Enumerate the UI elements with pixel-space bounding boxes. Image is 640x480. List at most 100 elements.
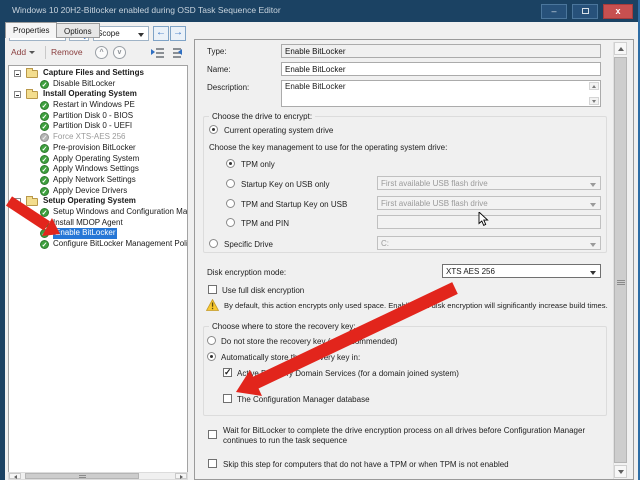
expand-all-button[interactable] (151, 47, 165, 59)
disk-mode-label: Disk encryption mode: (207, 268, 287, 277)
full-disk-encryption-label: Use full disk encryption (222, 286, 305, 295)
scroll-down-button[interactable] (614, 465, 627, 478)
tab-properties[interactable]: Properties (5, 22, 58, 38)
properties-page: Type: Name: Description: Enable BitLocke… (194, 39, 634, 480)
collapse-all-button[interactable] (168, 47, 182, 59)
scroll-down-button[interactable] (589, 97, 599, 105)
step-check-icon: ✓ (40, 175, 49, 185)
tree-item-disable-bitlocker[interactable]: ✓ Disable BitLocker (9, 79, 187, 90)
find-previous-button[interactable]: ← (153, 26, 169, 41)
tree-item-enable-bitlocker-selected[interactable]: ✓ Enable BitLocker (9, 228, 187, 240)
warning-icon (206, 299, 219, 311)
name-label: Name: (207, 65, 231, 74)
tree-item-label: Partition Disk 0 - UEFI (53, 121, 133, 131)
radio-tpm-and-startup[interactable] (226, 199, 235, 208)
collapse-icon[interactable] (14, 70, 21, 77)
tree-item-label: Force XTS-AES 256 (53, 132, 126, 142)
collapse-icon[interactable] (14, 91, 21, 99)
collapse-icon[interactable] (14, 198, 21, 206)
step-check-icon: ✓ (40, 240, 49, 249)
specific-drive-value: C: (381, 239, 389, 248)
tree-item-setup-windows-cm[interactable]: ✓ Setup Windows and Configuration Manager (9, 207, 187, 218)
title-bar[interactable]: Windows 10 20H2-Bitlocker enabled during… (0, 0, 640, 22)
tree-item-apply-device-drivers[interactable]: ✓ Apply Device Drivers (9, 186, 187, 197)
chevron-down-icon (590, 183, 596, 187)
tree-item-label: Partition Disk 0 - BIOS (53, 110, 134, 120)
radio-specific-drive[interactable] (209, 239, 218, 248)
checkbox-ad-ds[interactable] (223, 367, 232, 378)
scroll-right-button[interactable] (175, 473, 187, 479)
tree-item-label: Install MDOP Agent (53, 217, 123, 227)
radio-auto-store-key[interactable] (207, 352, 216, 361)
scrollbar-thumb[interactable] (614, 57, 627, 463)
tree-item-install-mdop[interactable]: ✓ Install MDOP Agent (9, 218, 187, 229)
tab-options[interactable]: Options (56, 23, 100, 38)
tree-item-label: Configure BitLocker Management Policy (53, 239, 188, 248)
radio-no-store-key[interactable] (207, 336, 216, 345)
properties-vertical-scrollbar[interactable] (613, 42, 627, 479)
tree-item-partition-uefi[interactable]: ✓ Partition Disk 0 - UEFI (9, 121, 187, 132)
move-up-button[interactable]: ^ (95, 46, 108, 59)
tree-group-install-os[interactable]: Install Operating System (9, 88, 187, 100)
task-sequence-editor-window: Windows 10 20H2-Bitlocker enabled during… (0, 0, 640, 480)
close-button[interactable]: x (603, 4, 633, 19)
step-check-icon: ✓ (40, 218, 49, 228)
chevron-down-icon (590, 243, 596, 247)
toolbar-divider (45, 46, 46, 59)
folder-icon (26, 195, 38, 206)
tree-item-restart-winpe[interactable]: ✓ Restart in Windows PE (9, 100, 187, 111)
remove-button[interactable]: Remove (51, 47, 83, 57)
tree-item-label: Setup Windows and Configuration Manager (53, 206, 188, 216)
tree-item-label: Capture Files and Settings (43, 68, 144, 77)
chevron-down-icon (590, 203, 596, 207)
name-field[interactable] (281, 62, 601, 76)
arrow-left-icon (14, 474, 17, 479)
step-check-icon: ✓ (40, 143, 49, 153)
checkbox-cm-database[interactable] (223, 394, 232, 403)
minimize-button[interactable]: – (541, 4, 567, 19)
checkbox-skip-no-tpm[interactable] (208, 459, 217, 468)
move-down-button[interactable]: v (113, 46, 126, 59)
scroll-up-button[interactable] (614, 42, 627, 55)
scrollbar-grip (78, 475, 86, 479)
radio-tpm-and-pin[interactable] (226, 218, 235, 227)
description-field[interactable]: Enable BitLocker (281, 80, 601, 107)
scroll-left-button[interactable] (9, 473, 21, 479)
tree-item-apply-network-settings[interactable]: ✓ Apply Network Settings (9, 175, 187, 186)
tree-item-partition-bios[interactable]: ✓ Partition Disk 0 - BIOS (9, 111, 187, 122)
checkbox-full-disk-encryption[interactable] (208, 285, 217, 294)
radio-current-os-drive[interactable] (209, 125, 218, 134)
scrollbar-thumb[interactable] (25, 473, 139, 479)
arrow-left-icon (178, 49, 182, 55)
radio-startup-key-usb[interactable] (226, 179, 235, 188)
tree-item-apply-os[interactable]: ✓ Apply Operating System (9, 154, 187, 165)
tree-horizontal-scrollbar[interactable] (8, 472, 188, 480)
disk-mode-value: XTS AES 256 (446, 267, 495, 276)
checkbox-wait-for-bitlocker[interactable] (208, 430, 217, 439)
skip-no-tpm-label: Skip this step for computers that do not… (223, 460, 509, 469)
scroll-up-button[interactable] (589, 82, 599, 90)
tree-item-configure-bitlocker-policy[interactable]: ✓ Configure BitLocker Management Policy (9, 239, 187, 250)
expand-all-icon (156, 52, 164, 54)
add-button[interactable]: Add (11, 47, 36, 57)
tree-group-capture-files[interactable]: Capture Files and Settings (9, 67, 187, 79)
radio-tpm-and-startup-label: TPM and Startup Key on USB (241, 200, 348, 209)
tree-item-label: Apply Network Settings (53, 174, 136, 184)
maximize-button[interactable] (572, 4, 598, 19)
tpm-pin-field (377, 215, 601, 229)
radio-tpm-only[interactable] (226, 159, 235, 168)
tree-item-apply-windows-settings[interactable]: ✓ Apply Windows Settings (9, 164, 187, 175)
wait-for-bitlocker-label: Wait for BitLocker to complete the drive… (223, 426, 586, 445)
scope-dropdown[interactable]: Scope (93, 26, 149, 41)
specific-drive-dropdown: C: (377, 236, 601, 250)
step-check-icon: ✓ (40, 122, 49, 132)
disk-mode-dropdown[interactable]: XTS AES 256 (442, 264, 601, 278)
tree-item-preprovision[interactable]: ✓ Pre-provision BitLocker (9, 143, 187, 154)
tree-item-force-xts[interactable]: ✓ Force XTS-AES 256 (9, 132, 187, 143)
tree-group-setup-os[interactable]: Setup Operating System (9, 195, 187, 207)
description-label: Description: (207, 83, 250, 92)
arrow-up-icon (618, 47, 624, 51)
step-check-icon: ✓ (40, 154, 49, 164)
arrow-right-icon (180, 474, 183, 479)
find-next-button[interactable]: → (170, 26, 186, 41)
